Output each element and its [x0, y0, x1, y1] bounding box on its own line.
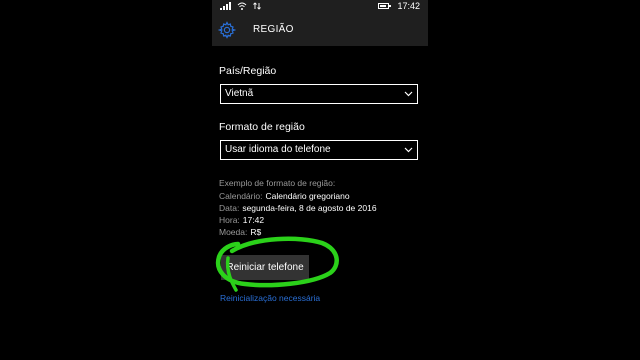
green-highlight-annotation [215, 236, 339, 292]
